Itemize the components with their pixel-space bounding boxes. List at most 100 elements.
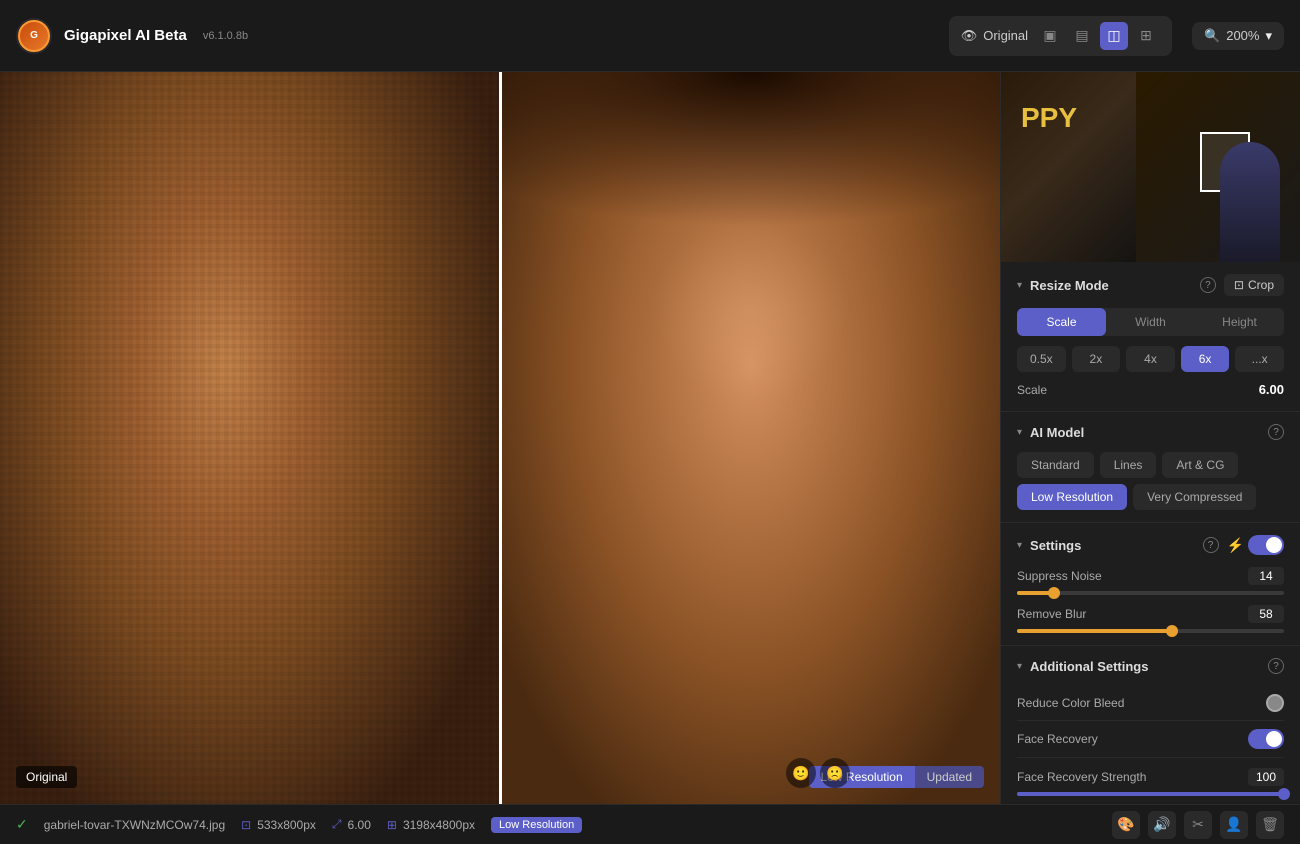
check-icon: ✓: [16, 816, 28, 833]
app-version: v6.1.0.8b: [203, 30, 248, 42]
topbar: G Gigapixel AI Beta v6.1.0.8b 👁 Original…: [0, 0, 1300, 72]
ai-model-chevron-icon: ▾: [1017, 427, 1022, 438]
image-size-icon: ⊡: [241, 818, 251, 832]
ai-model-help-icon[interactable]: ?: [1268, 424, 1284, 440]
model-art-cg[interactable]: Art & CG: [1162, 452, 1238, 478]
zoom-dropdown-icon[interactable]: ▾: [1265, 28, 1272, 44]
scale-icon: ⤢: [332, 817, 342, 832]
original-label: Original: [983, 28, 1028, 43]
remove-blur-slider-row: Remove Blur 58: [1017, 605, 1284, 633]
palette-btn[interactable]: 🎨: [1112, 811, 1140, 839]
crop-bottom-btn[interactable]: ✂: [1184, 811, 1212, 839]
bottombar: ✓ gabriel-tovar-TXWNzMCOw74.jpg ⊡ 533x80…: [0, 804, 1300, 844]
ai-model-header[interactable]: ▾ AI Model ?: [1017, 424, 1284, 440]
resize-mode-title: Resize Mode: [1030, 278, 1192, 293]
scale-value: 6.00: [1259, 382, 1284, 397]
updated-badge-label: Updated: [915, 766, 984, 788]
resize-mode-section: ▾ Resize Mode ? ⊡ Crop Scale Width Heigh…: [1001, 262, 1300, 412]
settings-header[interactable]: ▾ Settings ? ⚡: [1017, 535, 1284, 555]
remove-blur-fill: [1017, 629, 1172, 633]
resize-mode-right: ⊡ Crop: [1224, 274, 1284, 296]
reduce-color-bleed-toggle[interactable]: [1266, 694, 1284, 712]
thumbs-down-btn[interactable]: 🙁: [820, 758, 850, 788]
scale-item: ⤢ 6.00: [332, 817, 371, 832]
view-grid[interactable]: ⊞: [1132, 22, 1160, 50]
split-divider[interactable]: [499, 72, 502, 804]
suppress-noise-slider-row: Suppress Noise 14: [1017, 567, 1284, 595]
original-face: [0, 72, 499, 804]
scale-2x[interactable]: 2x: [1072, 346, 1121, 372]
delete-btn[interactable]: 🗑: [1256, 811, 1284, 839]
output-size-icon: ⊞: [387, 818, 397, 832]
model-low-resolution[interactable]: Low Resolution: [1017, 484, 1127, 510]
app-title: Gigapixel AI Beta: [64, 27, 187, 44]
settings-section: ▾ Settings ? ⚡ Suppress Noise 14: [1001, 523, 1300, 646]
model-tag-item: Low Resolution: [491, 817, 582, 833]
preview-thumbnail: PPY: [1001, 72, 1300, 262]
settings-chevron-icon: ▾: [1017, 540, 1022, 551]
remove-blur-track[interactable]: [1017, 629, 1284, 633]
model-standard[interactable]: Standard: [1017, 452, 1094, 478]
reduce-color-bleed-label: Reduce Color Bleed: [1017, 696, 1124, 710]
resize-chevron-icon: ▾: [1017, 280, 1022, 291]
suppress-noise-label: Suppress Noise: [1017, 569, 1102, 583]
face-recovery-strength-row: Face Recovery Strength 100: [1017, 768, 1284, 796]
sidebar: PPY ▾ Resize Mode ? ⊡ Crop Scale: [1000, 72, 1300, 804]
thumb-person: [1220, 142, 1280, 262]
resize-help-icon[interactable]: ?: [1200, 277, 1216, 293]
width-tab[interactable]: Width: [1106, 308, 1195, 336]
height-tab[interactable]: Height: [1195, 308, 1284, 336]
image-canvas: Original Low Resolution Updated 🙂: [0, 72, 1000, 804]
face-recovery-strength-track[interactable]: [1017, 792, 1284, 796]
thumbs-up-btn[interactable]: 🙂: [786, 758, 816, 788]
user-btn[interactable]: 👤: [1220, 811, 1248, 839]
reduce-color-bleed-row: Reduce Color Bleed: [1017, 686, 1284, 721]
remove-blur-label-row: Remove Blur 58: [1017, 605, 1284, 623]
filename: gabriel-tovar-TXWNzMCOw74.jpg: [44, 818, 225, 832]
scale-custom[interactable]: ...x: [1235, 346, 1284, 372]
scale-6x[interactable]: 6x: [1181, 346, 1230, 372]
settings-help-icon[interactable]: ?: [1203, 537, 1219, 553]
toggle-thumb: [1266, 537, 1282, 553]
original-size-item: ⊡ 533x800px: [241, 818, 316, 832]
eye-icon: 👁: [961, 28, 978, 44]
remove-blur-value: 58: [1248, 605, 1284, 623]
resize-mode-header[interactable]: ▾ Resize Mode ? ⊡ Crop: [1017, 274, 1284, 296]
scale-tab[interactable]: Scale: [1017, 308, 1106, 336]
suppress-noise-track[interactable]: [1017, 591, 1284, 595]
scale-0.5x[interactable]: 0.5x: [1017, 346, 1066, 372]
additional-help-icon[interactable]: ?: [1268, 658, 1284, 674]
scale-preset-buttons: 0.5x 2x 4x 6x ...x: [1017, 346, 1284, 372]
face-recovery-toggle[interactable]: [1248, 729, 1284, 749]
scale-4x[interactable]: 4x: [1126, 346, 1175, 372]
suppress-noise-thumb[interactable]: [1048, 587, 1060, 599]
additional-settings-header[interactable]: ▾ Additional Settings ?: [1017, 658, 1284, 674]
view-single-right[interactable]: ▤: [1068, 22, 1096, 50]
crop-label: Crop: [1248, 278, 1274, 292]
scale-label: Scale: [1017, 383, 1047, 397]
original-toggle[interactable]: 👁 Original: [961, 28, 1028, 44]
speaker-btn[interactable]: 🔊: [1148, 811, 1176, 839]
face-recovery-strength-value: 100: [1248, 768, 1284, 786]
remove-blur-thumb[interactable]: [1166, 625, 1178, 637]
face-recovery-strength-fill: [1017, 792, 1284, 796]
ai-model-title: AI Model: [1030, 425, 1260, 440]
view-split[interactable]: ◫: [1100, 22, 1128, 50]
model-tag: Low Resolution: [491, 817, 582, 833]
crop-button[interactable]: ⊡ Crop: [1224, 274, 1284, 296]
emoji-row: 🙂 🙁: [786, 758, 850, 788]
model-lines[interactable]: Lines: [1100, 452, 1157, 478]
model-very-compressed[interactable]: Very Compressed: [1133, 484, 1256, 510]
image-area: Original Low Resolution Updated 🙂: [0, 72, 1000, 804]
settings-toggle[interactable]: [1248, 535, 1284, 555]
zoom-control: 🔍 200% ▾: [1192, 22, 1284, 50]
resize-mode-tabs: Scale Width Height: [1017, 308, 1284, 336]
processed-face: [502, 72, 1001, 804]
ai-model-section: ▾ AI Model ? Standard Lines Art & CG Low…: [1001, 412, 1300, 523]
crop-icon: ⊡: [1234, 278, 1244, 292]
face-recovery-thumb: [1266, 731, 1282, 747]
suppress-noise-value: 14: [1248, 567, 1284, 585]
face-recovery-strength-thumb[interactable]: [1278, 788, 1290, 800]
processed-image-half: Low Resolution Updated 🙂 🙁: [502, 72, 1001, 804]
view-single-left[interactable]: ▣: [1036, 22, 1064, 50]
